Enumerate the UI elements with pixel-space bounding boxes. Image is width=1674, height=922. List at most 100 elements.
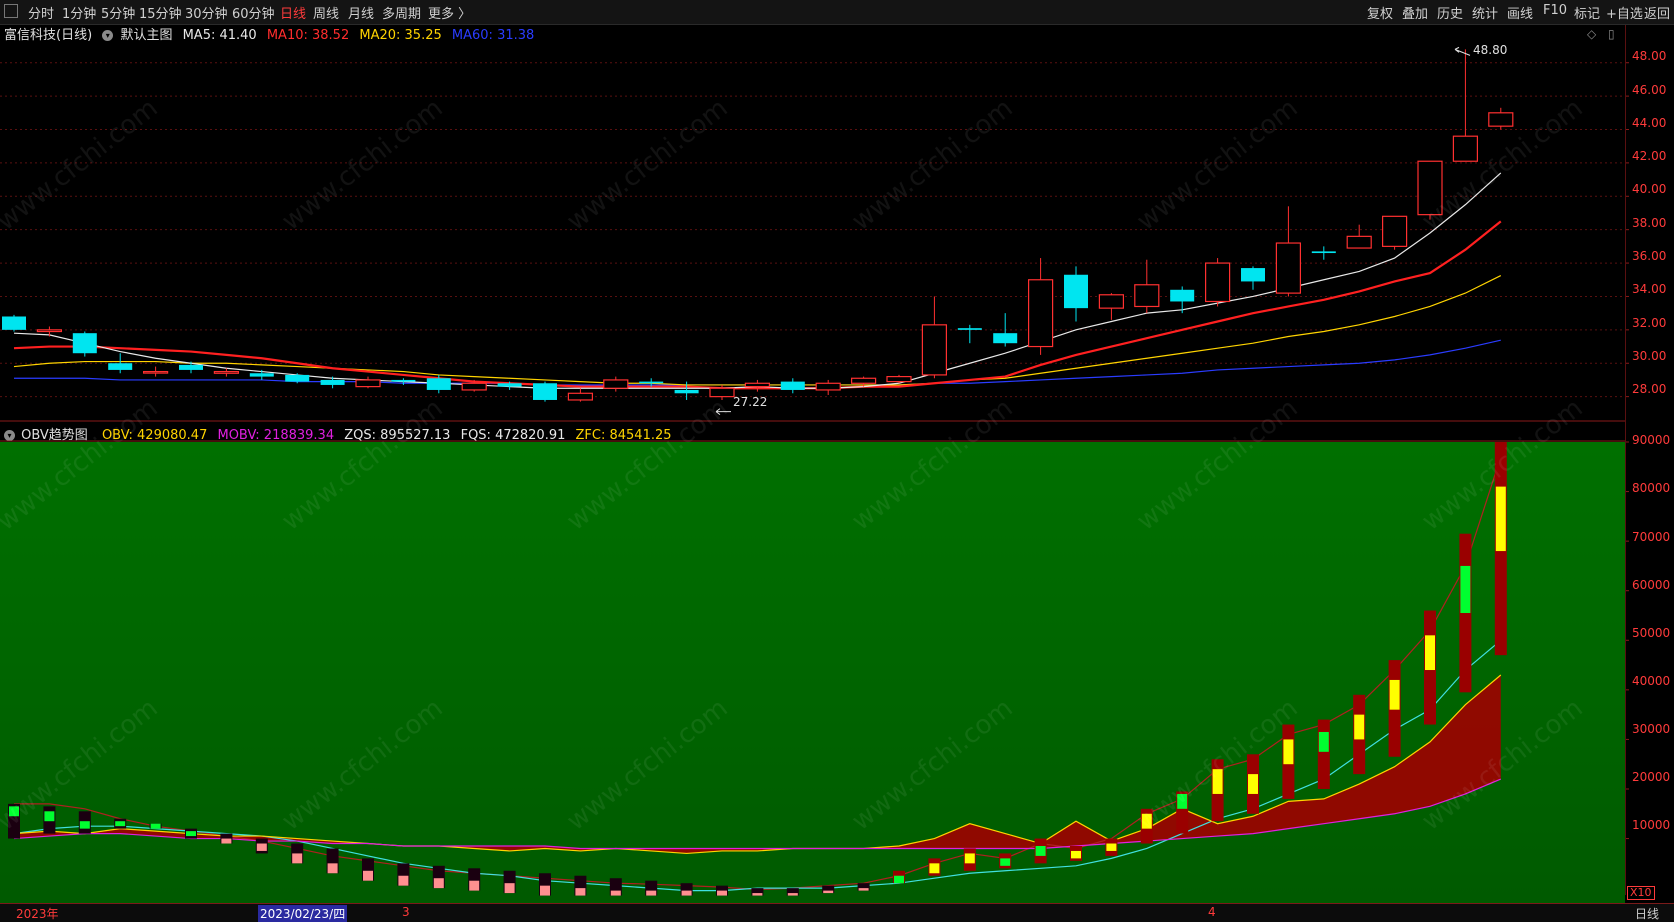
candle-body <box>850 377 877 384</box>
obv-bar-core <box>787 893 798 896</box>
candle-body <box>1241 268 1265 282</box>
obv-bar-core <box>398 875 409 886</box>
candle-body <box>1275 242 1302 294</box>
candle-body <box>143 370 169 374</box>
candle-body <box>957 328 982 330</box>
candle-body <box>1488 112 1514 127</box>
candle-body <box>639 381 664 384</box>
price-tick: 42.00 <box>1632 149 1667 163</box>
high-marker-arrow <box>1454 46 1471 56</box>
obv-bar <box>1317 719 1330 789</box>
obv-bar-core <box>1248 774 1258 794</box>
obv-bar-core <box>1354 714 1365 740</box>
candle-body <box>1311 251 1336 254</box>
date-label-march: 3 <box>402 905 410 919</box>
obv-bar-core <box>186 831 196 837</box>
candle-body <box>1170 289 1195 302</box>
obv-tick: 40000 <box>1632 674 1671 688</box>
candle-body <box>921 324 948 376</box>
obv-tick: 90000 <box>1632 433 1671 447</box>
price-tick: 34.00 <box>1632 282 1667 296</box>
obv-tick: 60000 <box>1632 578 1671 592</box>
obv-bar-core <box>575 888 586 896</box>
candle-body <box>1064 274 1088 309</box>
candle-body <box>674 389 699 394</box>
obv-bar-core <box>894 875 904 884</box>
candle-body <box>320 379 345 385</box>
obv-bar-core <box>363 870 373 881</box>
obv-bar-core <box>433 878 444 889</box>
candle-body <box>1381 215 1408 247</box>
obv-bar-core <box>717 890 727 896</box>
candle-body <box>1417 160 1443 216</box>
candle-body <box>1134 284 1160 308</box>
obv-bar-core <box>1318 731 1329 752</box>
candle-body <box>780 381 805 390</box>
date-label-year: 2023年 <box>16 907 59 921</box>
candle-body <box>355 379 381 388</box>
period-label: 日线 <box>1635 907 1660 921</box>
obv-bar-core <box>858 888 869 891</box>
obv-bar-core <box>327 863 338 874</box>
candle-body <box>2 316 26 330</box>
price-tick: 32.00 <box>1632 316 1667 330</box>
price-tick: 46.00 <box>1632 83 1667 97</box>
candle-body <box>36 329 63 333</box>
obv-bar-core <box>9 806 19 817</box>
obv-bar-core <box>929 863 940 874</box>
obv-bar-core <box>610 890 621 896</box>
obv-bar-core <box>1106 843 1117 851</box>
obv-bar-core <box>292 853 303 864</box>
obv-bar-core <box>646 890 657 896</box>
candle-body <box>1204 262 1231 303</box>
price-tick: 28.00 <box>1632 382 1667 396</box>
obv-tick: 50000 <box>1632 626 1671 640</box>
candle-body <box>72 333 97 354</box>
obv-bar-core <box>469 880 480 891</box>
low-price-label: 27.22 <box>733 395 768 409</box>
obv-bar-core <box>540 885 550 896</box>
obv-bar-core <box>79 821 90 829</box>
obv-tick: 20000 <box>1632 770 1671 784</box>
candle-body <box>886 375 912 383</box>
ma60-line <box>14 339 1501 386</box>
price-tick: 30.00 <box>1632 349 1667 363</box>
candle-body <box>285 374 310 382</box>
obv-bar-core <box>1389 679 1400 710</box>
price-tick: 36.00 <box>1632 249 1667 263</box>
candle-body <box>603 379 629 389</box>
candle-body <box>461 382 487 391</box>
price-axis-line <box>1625 25 1626 895</box>
candle-body <box>533 383 557 400</box>
date-label-cursor: 2023/02/23/四 <box>258 905 348 922</box>
candle-body <box>1346 235 1372 249</box>
obv-bar-core <box>1000 858 1011 866</box>
obv-tick: 80000 <box>1632 481 1671 495</box>
candle-body <box>249 373 274 377</box>
price-tick: 40.00 <box>1632 182 1667 196</box>
high-price-label: 48.80 <box>1473 43 1508 57</box>
kline-chart[interactable] <box>0 0 1674 921</box>
obv-bar-core <box>221 838 232 844</box>
obv-tick: 10000 <box>1632 818 1671 832</box>
price-tick: 44.00 <box>1632 116 1667 130</box>
candle-body <box>709 387 735 398</box>
candle-body <box>1098 294 1125 309</box>
candle-body <box>391 379 416 382</box>
obv-bar-core <box>504 883 515 894</box>
obv-bar-core <box>256 843 267 851</box>
date-label-april: 4 <box>1208 905 1216 919</box>
candle-body <box>815 382 841 391</box>
obv-bar-core <box>1283 739 1294 765</box>
obv-bar-core <box>752 893 763 896</box>
obv-bar-core <box>1495 486 1506 552</box>
candle-body <box>213 370 239 374</box>
obv-bar-core <box>1460 565 1471 614</box>
obv-bar-core <box>681 890 692 896</box>
low-marker-arrow <box>715 408 731 416</box>
obv-bar-core <box>150 823 161 829</box>
obv-bar-core <box>44 811 55 822</box>
obv-tick: 70000 <box>1632 530 1671 544</box>
obv-tick: 30000 <box>1632 722 1671 736</box>
candle-body <box>567 392 594 401</box>
